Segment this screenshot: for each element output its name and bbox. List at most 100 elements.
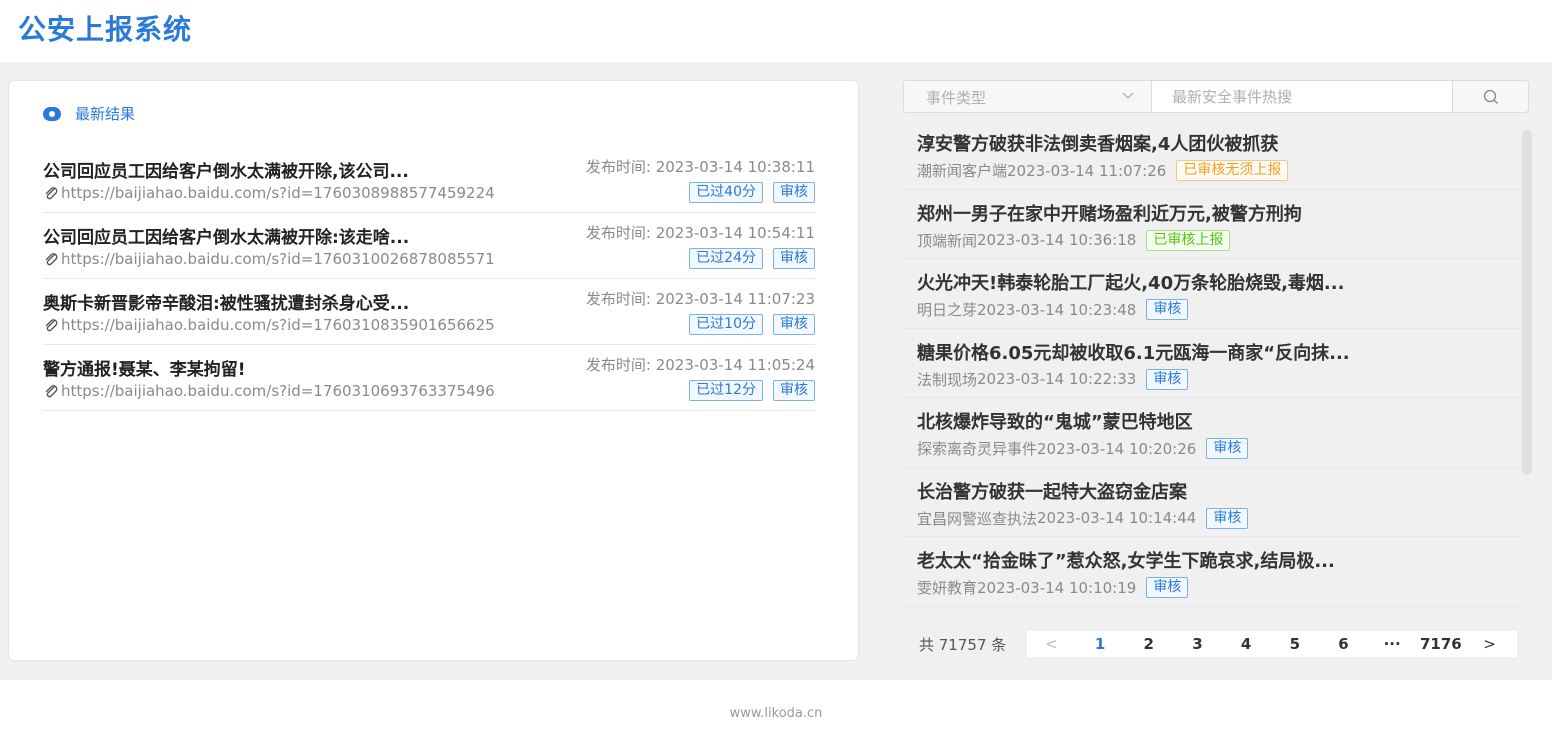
news-url[interactable]: https://baijiahao.baidu.com/s?id=1760310… (61, 250, 495, 268)
elapsed-badge: 已过12分 (689, 380, 763, 401)
publish-time-label: 发布时间: (585, 356, 651, 374)
review-button[interactable]: 审核 (773, 380, 815, 401)
news-item: 公司回应员工因给客户倒水太满被开除:该走啥... 发布时间: 2023-03-14… (43, 213, 815, 279)
page-ellipsis[interactable]: ··· (1368, 635, 1417, 653)
hot-search-title[interactable]: 糖果价格6.05元却被收取6.1元瓯海一商家“反向抹... (917, 339, 1350, 365)
news-tags: 已过24分 审核 (689, 248, 815, 269)
latest-results-label[interactable]: 最新结果 (43, 103, 135, 124)
hot-search-item: 糖果价格6.05元却被收取6.1元瓯海一商家“反向抹... 法制现场 2023-0… (903, 329, 1521, 398)
publish-time-value: 2023-03-14 11:07:26 (1007, 161, 1167, 180)
page-button-6[interactable]: 6 (1319, 635, 1368, 653)
hot-search-title[interactable]: 火光冲天!韩泰轮胎工厂起火,40万条轮胎烧毁,毒烟... (917, 269, 1344, 295)
header: 公安上报系统 (0, 0, 1552, 62)
latest-results-panel: 最新结果 公司回应员工因给客户倒水太满被开除,该公司... 发布时间: 2023-… (8, 80, 859, 661)
source-name: 雯妍教育 (917, 579, 978, 597)
publish-time-label: 发布时间: (585, 290, 651, 308)
hot-search-title[interactable]: 淳安警方破获非法倒卖香烟案,4人团伙被抓获 (917, 130, 1278, 156)
publish-time-value: 2023-03-14 10:38:11 (655, 158, 815, 176)
paperclip-icon (45, 253, 58, 266)
hot-search-meta: 明日之芽 2023-03-14 10:23:48 审核 (917, 299, 1189, 320)
hot-search-title[interactable]: 老太太“拾金昧了”惹众怒,女学生下跪哀求,结局极... (917, 547, 1335, 573)
review-button[interactable]: 审核 (1206, 507, 1249, 529)
publish-time-value: 2023-03-14 10:14:44 (1037, 509, 1197, 527)
search-bar: 事件类型 (903, 80, 1529, 113)
news-url[interactable]: https://baijiahao.baidu.com/s?id=1760310… (61, 316, 495, 334)
publish-time-value: 2023-03-14 10:54:11 (655, 224, 815, 242)
source-name: 宜昌网警巡查执法 (917, 509, 1038, 528)
hot-search-item: 淳安警方破获非法倒卖香烟案,4人团伙被抓获潮新闻客户端 2023-03-14 1… (903, 120, 1521, 190)
review-button[interactable]: 审核 (1206, 438, 1249, 459)
hot-search-title[interactable]: 北核爆炸导致的“鬼城”蒙巴特地区 (917, 408, 1193, 434)
news-item: 奥斯卡新晋影帝辛酸泪:被性骚扰遭封杀身心受... 发布时间: 2023-03-14… (43, 279, 815, 345)
publish-time-value: 2023-03-14 11:07:23 (655, 290, 815, 308)
status-badge: 已审核无须上报 (1176, 160, 1289, 181)
news-tags: 已过10分 审核 (689, 314, 815, 335)
news-tags: 已过40分 审核 (689, 182, 815, 203)
publish-time: 发布时间: 2023-03-14 11:07:23 (586, 288, 815, 309)
hot-search-item: 北核爆炸导致的“鬼城”蒙巴特地区探索离奇灵异事件 2023-03-14 10:2… (903, 398, 1521, 468)
event-type-select[interactable]: 事件类型 (904, 81, 1152, 112)
page-button-3[interactable]: 3 (1173, 635, 1222, 653)
hot-search-meta: 法制现场 2023-03-14 10:22:33 审核 (917, 368, 1189, 390)
page-button-5[interactable]: 5 (1270, 635, 1319, 653)
source-name: 顶端新闻 (917, 231, 978, 250)
page-button-7176[interactable]: 7176 (1417, 635, 1466, 653)
news-link[interactable]: https://baijiahao.baidu.com/s?id=1760310… (43, 250, 495, 268)
next-page-button[interactable]: > (1465, 635, 1514, 653)
news-tags: 已过12分 审核 (689, 380, 815, 401)
total-count: 共 71757 条 (919, 635, 1007, 654)
publish-time-label: 发布时间: (585, 158, 651, 176)
hot-search-meta: 探索离奇灵异事件 2023-03-14 10:20:26 审核 (917, 438, 1249, 459)
hot-search-item: 长治警方破获一起特大盗窃金店案宜昌网警巡查执法 2023-03-14 10:14… (903, 468, 1521, 537)
hot-search-title[interactable]: 长治警方破获一起特大盗窃金店案 (917, 478, 1187, 504)
review-button[interactable]: 审核 (1146, 299, 1189, 320)
scrollbar[interactable] (1522, 130, 1532, 475)
source-name: 法制现场 (917, 370, 978, 389)
radio-icon (43, 106, 61, 121)
hot-search-item: 老太太“拾金昧了”惹众怒,女学生下跪哀求,结局极... 雯妍教育 2023-03-… (903, 537, 1521, 607)
publish-time-value: 2023-03-14 10:23:48 (977, 300, 1137, 319)
search-button[interactable] (1452, 81, 1528, 112)
hot-search-meta: 潮新闻客户端 2023-03-14 11:07:26 已审核无须上报 (917, 160, 1289, 181)
news-link[interactable]: https://baijiahao.baidu.com/s?id=1760310… (43, 382, 495, 400)
elapsed-badge: 已过10分 (689, 314, 763, 335)
news-title[interactable]: 警方通报!聂某、李某拘留! (43, 355, 246, 380)
hot-search-item: 火光冲天!韩泰轮胎工厂起火,40万条轮胎烧毁,毒烟... 明日之芽 2023-03… (903, 259, 1521, 329)
news-url[interactable]: https://baijiahao.baidu.com/s?id=1760310… (61, 382, 495, 400)
review-button[interactable]: 审核 (1146, 368, 1189, 390)
review-button[interactable]: 审核 (773, 314, 815, 335)
publish-time-label: 发布时间: (585, 224, 651, 242)
paperclip-icon (45, 319, 58, 332)
publish-time: 发布时间: 2023-03-14 10:54:11 (586, 222, 815, 243)
search-input[interactable] (1152, 81, 1452, 112)
news-list: 公司回应员工因给客户倒水太满被开除,该公司... 发布时间: 2023-03-14… (43, 147, 815, 411)
news-title[interactable]: 奥斯卡新晋影帝辛酸泪:被性骚扰遭封杀身心受... (43, 289, 409, 314)
hot-search-meta: 顶端新闻 2023-03-14 10:36:18 已审核上报 (917, 229, 1231, 251)
page-button-4[interactable]: 4 (1222, 635, 1271, 653)
status-badge: 已审核上报 (1146, 229, 1231, 251)
review-button[interactable]: 审核 (773, 248, 815, 269)
prev-page-button[interactable]: < (1027, 635, 1076, 653)
publish-time: 发布时间: 2023-03-14 11:05:24 (586, 354, 815, 375)
review-button[interactable]: 审核 (773, 182, 815, 203)
publish-time-value: 2023-03-14 10:36:18 (977, 231, 1137, 249)
source-name: 潮新闻客户端 (917, 162, 1008, 180)
publish-time: 发布时间: 2023-03-14 10:38:11 (586, 156, 815, 177)
news-title[interactable]: 公司回应员工因给客户倒水太满被开除,该公司... (43, 157, 409, 182)
hot-search-meta: 雯妍教育 2023-03-14 10:10:19 审核 (917, 577, 1189, 598)
source-name: 探索离奇灵异事件 (917, 440, 1038, 458)
news-url[interactable]: https://baijiahao.baidu.com/s?id=1760308… (61, 184, 495, 202)
review-button[interactable]: 审核 (1146, 577, 1189, 598)
pager: <1 2 3 4 5 6 ··· 7176 > (1027, 631, 1517, 657)
hot-search-title[interactable]: 郑州一男子在家中开赌场盈利近万元,被警方刑拘 (917, 200, 1302, 226)
publish-time-value: 2023-03-14 10:22:33 (977, 370, 1137, 388)
news-title[interactable]: 公司回应员工因给客户倒水太满被开除:该走啥... (43, 223, 409, 248)
paperclip-icon (45, 385, 58, 398)
news-link[interactable]: https://baijiahao.baidu.com/s?id=1760310… (43, 316, 495, 334)
page-button-1[interactable]: 1 (1076, 635, 1125, 653)
chevron-down-icon (1122, 92, 1134, 99)
page-button-2[interactable]: 2 (1124, 635, 1173, 653)
news-link[interactable]: https://baijiahao.baidu.com/s?id=1760308… (43, 184, 495, 202)
hot-search-meta: 宜昌网警巡查执法 2023-03-14 10:14:44 审核 (917, 507, 1249, 529)
elapsed-badge: 已过40分 (689, 182, 763, 203)
